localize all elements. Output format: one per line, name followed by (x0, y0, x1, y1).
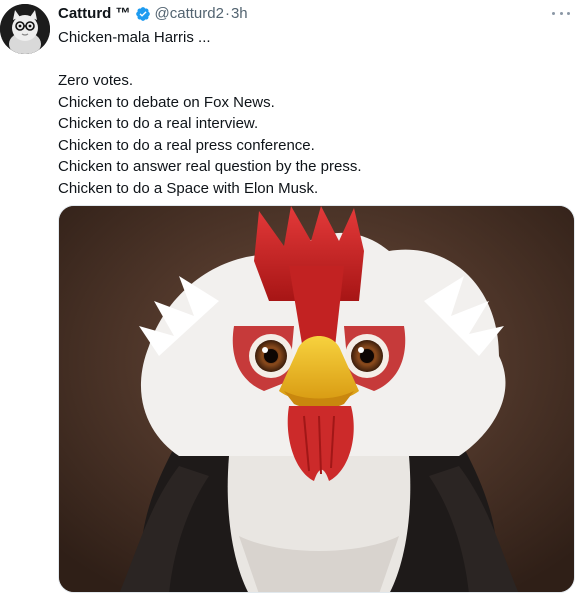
tweet-line: Chicken to do a real interview. (58, 115, 259, 132)
tweet-line: Chicken to do a Space with Elon Musk. (58, 179, 319, 197)
tweet-media-image[interactable] (58, 205, 575, 593)
verified-badge-icon (135, 6, 151, 22)
tweet-line: Chicken to debate on Fox News. (58, 93, 275, 111)
tweet-header: Catturd ™ @catturd2 · 3h (58, 4, 248, 24)
tweet-line: Chicken to do a real press conference. (58, 136, 315, 154)
avatar-image (0, 4, 50, 54)
tweet-line: Chicken to answer real question by the p… (58, 158, 362, 175)
avatar[interactable] (0, 4, 50, 54)
more-dot (559, 11, 563, 15)
tweet-line: Chicken-mala Harris ... (58, 29, 211, 46)
more-dot (552, 11, 555, 15)
tweet-line: Zero votes. (58, 72, 134, 89)
tweet-text: Chicken-mala Harris ... Zero votes. Chic… (58, 27, 568, 199)
timestamp[interactable]: 3h (231, 4, 248, 24)
handle[interactable]: @catturd2 (155, 4, 224, 24)
rooster-illustration (59, 206, 574, 592)
more-dot (567, 11, 570, 15)
more-dots-icon[interactable] (552, 6, 570, 20)
display-name[interactable]: Catturd ™ (58, 4, 131, 24)
tweet[interactable]: Catturd ™ @catturd2 · 3h Chicken-mala Ha… (0, 0, 580, 595)
separator-dot: · (224, 5, 230, 22)
